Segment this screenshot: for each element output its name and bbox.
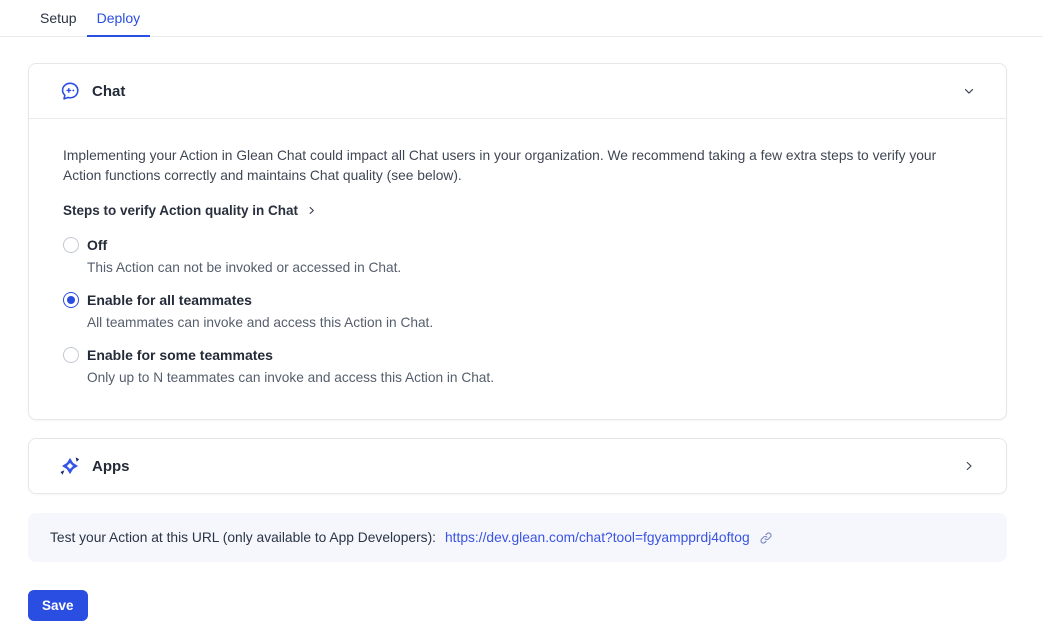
chat-card: Chat Implementing your Action in Glean C… [28,63,1007,420]
sparkle-diamond-icon [59,455,81,477]
radio-enable-all[interactable] [63,292,79,308]
option-off-control[interactable]: Off [63,237,972,253]
option-enable-all-label: Enable for all teammates [87,292,252,308]
tab-deploy[interactable]: Deploy [87,0,151,37]
tab-bar: Setup Deploy [0,0,1043,37]
apps-card: Apps [28,438,1007,494]
apps-card-header[interactable]: Apps [29,439,1006,493]
chat-description: Implementing your Action in Glean Chat c… [63,146,968,186]
chat-access-options: Off This Action can not be invoked or ac… [63,237,972,386]
chevron-right-icon[interactable] [962,459,976,473]
chevron-right-icon [306,205,317,216]
radio-enable-some[interactable] [63,347,79,363]
save-button[interactable]: Save [28,590,88,621]
option-enable-some-description: Only up to N teammates can invoke and ac… [87,370,972,386]
option-enable-all-description: All teammates can invoke and access this… [87,315,972,331]
option-enable-some: Enable for some teammates Only up to N t… [63,347,972,386]
option-enable-all-control[interactable]: Enable for all teammates [63,292,972,308]
option-off-label: Off [87,237,107,253]
tab-setup[interactable]: Setup [30,0,87,37]
apps-card-title: Apps [92,458,962,475]
option-enable-all: Enable for all teammates All teammates c… [63,292,972,331]
option-enable-some-label: Enable for some teammates [87,347,273,363]
test-url-link[interactable]: https://dev.glean.com/chat?tool=fgyamppr… [445,530,750,545]
option-off-description: This Action can not be invoked or access… [87,260,972,276]
main-content: Chat Implementing your Action in Glean C… [0,37,1043,621]
chat-bubble-sparkle-icon [59,80,81,102]
chain-link-icon[interactable] [759,531,773,545]
chat-card-title: Chat [92,83,962,100]
steps-link-label: Steps to verify Action quality in Chat [63,203,298,218]
test-url-notice: Test your Action at this URL (only avail… [28,513,1007,562]
option-off: Off This Action can not be invoked or ac… [63,237,972,276]
steps-to-verify-link[interactable]: Steps to verify Action quality in Chat [63,203,972,218]
option-enable-some-control[interactable]: Enable for some teammates [63,347,972,363]
chevron-down-icon[interactable] [962,84,976,98]
test-url-label: Test your Action at this URL (only avail… [50,530,436,545]
deploy-page: Setup Deploy Chat Implementing y [0,0,1043,637]
radio-off[interactable] [63,237,79,253]
chat-card-body: Implementing your Action in Glean Chat c… [29,118,1006,419]
chat-card-header[interactable]: Chat [29,64,1006,118]
